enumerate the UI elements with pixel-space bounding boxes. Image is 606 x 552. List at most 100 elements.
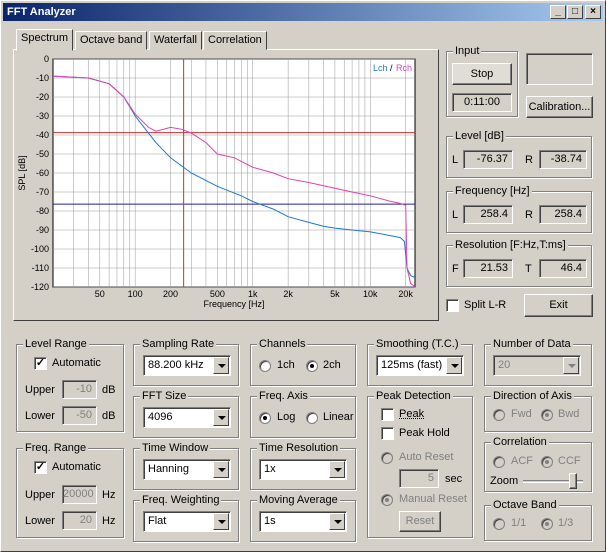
freq-weighting-value: Flat [148, 515, 167, 527]
title-bar: FFT Analyzer [3, 3, 603, 21]
spectrum-chart[interactable]: 0 -10 -20 -30 -40 -50 -60 -70 -80 -90 -100 -110 -120… [15, 51, 437, 313]
chevron-down-icon[interactable] [329, 461, 345, 478]
tab-spectrum[interactable]: Spectrum [16, 29, 74, 51]
octave-1-3-label: 1/3 [558, 517, 574, 529]
split-lr-checkbox[interactable] [446, 299, 459, 312]
smoothing-title: Smoothing (T.C.) [374, 338, 461, 350]
zoom-label: Zoom [490, 475, 519, 487]
x-tick-label: 200 [163, 289, 178, 299]
minimize-button[interactable]: _ [550, 5, 566, 19]
chevron-down-icon[interactable] [329, 513, 345, 530]
correlation-ccf-label: CCF [558, 455, 581, 467]
close-button[interactable]: × [585, 5, 601, 19]
direction-fwd-radio[interactable] [493, 409, 505, 421]
channels-2ch-label: 2ch [323, 359, 341, 371]
time-window-title: Time Window [140, 442, 211, 454]
app-window: FFT Analyzer _ □ × Spectrum Octave band … [0, 0, 606, 552]
octave-1-3-radio[interactable] [541, 518, 553, 530]
freq-axis-title: Freq. Axis [257, 390, 310, 402]
x-tick-label: 1k [248, 289, 258, 299]
reset-button[interactable]: Reset [399, 511, 441, 532]
y-tick-label: -50 [36, 149, 49, 159]
freq-lower-input[interactable]: 20 [62, 511, 97, 530]
freq-axis-linear-radio[interactable] [306, 412, 318, 424]
tab-waterfall[interactable]: Waterfall [149, 31, 202, 50]
x-tick-label: 100 [128, 289, 143, 299]
moving-average-select[interactable]: 1s [259, 511, 347, 532]
freq-axis-log-radio[interactable] [259, 412, 271, 424]
correlation-acf-radio[interactable] [493, 456, 505, 468]
channels-1ch-radio[interactable] [259, 360, 271, 372]
direction-fwd-label: Fwd [511, 408, 532, 420]
time-window-select[interactable]: Hanning [143, 459, 231, 480]
y-tick-label: 0 [44, 54, 49, 64]
direction-bwd-radio[interactable] [541, 409, 553, 421]
channels-title: Channels [257, 338, 308, 350]
chevron-down-icon[interactable] [446, 357, 462, 374]
legend-lch: Lch [373, 63, 388, 73]
freq-axis-log-label: Log [277, 411, 296, 423]
number-of-data-select[interactable]: 20 [493, 355, 581, 376]
maximize-button[interactable]: □ [567, 5, 583, 19]
level-auto-checkbox[interactable]: ✓ [34, 357, 47, 370]
level-lower-input[interactable]: -50 [62, 406, 97, 425]
legend-rch: Rch [396, 63, 412, 73]
zoom-slider-thumb[interactable] [569, 473, 577, 489]
level-upper-input[interactable]: -10 [62, 380, 97, 399]
x-tick-label: 10k [363, 289, 378, 299]
manual-reset-radio[interactable] [381, 494, 393, 506]
time-window-value: Hanning [148, 463, 189, 475]
auto-reset-seconds-input[interactable]: 5 [399, 469, 439, 488]
y-tick-label: -70 [36, 187, 49, 197]
chevron-down-icon[interactable] [213, 357, 229, 374]
sampling-rate-select[interactable]: 88.200 kHz [143, 355, 231, 376]
level-auto-label: Automatic [52, 357, 101, 369]
frequency-group-title: Frequency [Hz] [453, 185, 532, 197]
tab-label: Octave band [80, 34, 143, 46]
x-axis-label: Frequency [Hz] [203, 299, 264, 309]
time-resolution-select[interactable]: 1x [259, 459, 347, 480]
chevron-down-icon[interactable] [213, 513, 229, 530]
level-l-value: -76.37 [463, 150, 513, 169]
channels-2ch-radio[interactable] [306, 360, 318, 372]
octave-1-1-radio[interactable] [493, 518, 505, 530]
peak-checkbox[interactable] [381, 408, 394, 421]
tab-label: Spectrum [21, 32, 69, 44]
chevron-down-icon[interactable] [563, 357, 579, 374]
chevron-down-icon[interactable] [213, 461, 229, 478]
resolution-t-label: T [525, 263, 532, 275]
time-resolution-title: Time Resolution [257, 442, 341, 454]
freq-weighting-select[interactable]: Flat [143, 511, 231, 532]
calibration-button[interactable]: Calibration... [526, 96, 593, 118]
chevron-down-icon[interactable] [213, 409, 229, 426]
fft-size-select[interactable]: 4096 [143, 407, 231, 428]
number-of-data-value: 20 [498, 359, 511, 371]
tab-label: Correlation [208, 34, 262, 46]
frequency-l-value: 258.4 [463, 205, 513, 224]
resolution-f-value: 21.53 [463, 259, 513, 278]
freq-upper-input[interactable]: 20000 [62, 485, 97, 504]
manual-reset-label: Manual Reset [399, 493, 467, 505]
auto-reset-radio[interactable] [381, 452, 393, 464]
tab-correlation[interactable]: Correlation [203, 31, 267, 50]
stop-button[interactable]: Stop [452, 63, 512, 85]
window-title: FFT Analyzer [7, 6, 76, 18]
exit-button[interactable]: Exit [524, 294, 593, 317]
correlation-ccf-radio[interactable] [541, 456, 553, 468]
smoothing-select[interactable]: 125ms (fast) [376, 355, 464, 376]
level-r-value: -38.74 [539, 150, 587, 169]
y-tick-label: -80 [36, 206, 49, 216]
peak-hold-checkbox[interactable] [381, 427, 394, 440]
calibration-label: Calibration... [528, 101, 591, 113]
freq-axis-linear-label: Linear [323, 411, 354, 423]
resolution-t-value: 46.4 [539, 259, 587, 278]
freq-auto-checkbox[interactable]: ✓ [34, 461, 47, 474]
y-tick-label: -30 [36, 111, 49, 121]
sampling-rate-value: 88.200 kHz [148, 359, 204, 371]
channels-1ch-label: 1ch [277, 359, 295, 371]
smoothing-value: 125ms (fast) [381, 359, 443, 371]
input-group-title: Input [453, 45, 482, 57]
sampling-rate-title: Sampling Rate [140, 338, 217, 350]
level-lower-label: Lower [25, 410, 55, 422]
tab-octave-band[interactable]: Octave band [75, 31, 148, 50]
